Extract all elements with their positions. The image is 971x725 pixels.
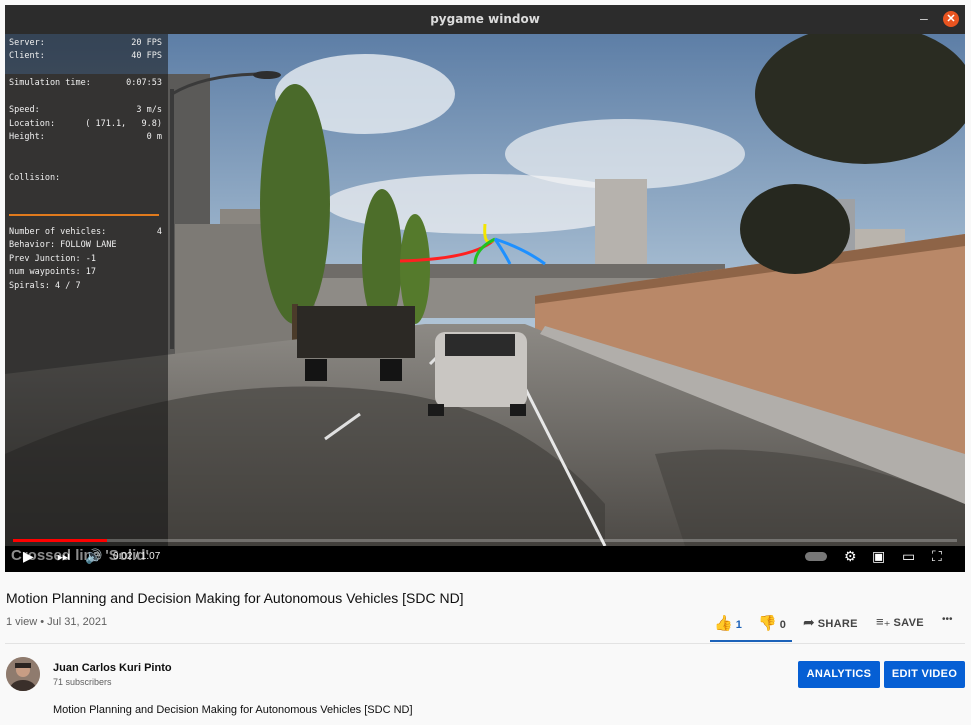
hud-height: Height: 0 m bbox=[9, 132, 162, 142]
dislike-button[interactable]: 👎 0 bbox=[758, 614, 786, 632]
hud-panel: Server: 20 FPS Client: 40 FPS Simulation t… bbox=[5, 34, 168, 546]
window-title: pygame window bbox=[430, 12, 540, 26]
play-icon[interactable]: ▶ bbox=[23, 548, 34, 564]
fullscreen-icon[interactable]: ⛶ bbox=[932, 548, 942, 564]
video-title: Motion Planning and Decision Making for … bbox=[6, 590, 464, 606]
channel-name[interactable]: Juan Carlos Kuri Pinto bbox=[53, 662, 172, 674]
hud-vehicles: Number of vehicles: 4 bbox=[9, 227, 162, 237]
hud-separator bbox=[9, 214, 159, 216]
like-ratio-bar bbox=[710, 640, 792, 642]
save-button[interactable]: ≡₊ SAVE bbox=[876, 614, 924, 630]
window-titlebar: pygame window – ✕ bbox=[5, 5, 965, 34]
theater-icon[interactable]: ▭ bbox=[902, 548, 915, 564]
avatar-image bbox=[6, 657, 40, 691]
subscriber-count: 71 subscribers bbox=[53, 677, 112, 687]
time-display: 0:02 / 1:07 bbox=[113, 551, 161, 562]
hud-behavior: Behavior: FOLLOW LANE bbox=[9, 240, 117, 250]
like-button[interactable]: 👍 1 bbox=[714, 614, 742, 632]
hud-location: Location:( 171.1, 9.8) bbox=[9, 119, 162, 129]
hud-spirals: Spirals: 4 / 7 bbox=[9, 281, 81, 291]
hud-prev-junction: Prev Junction: -1 bbox=[9, 254, 96, 264]
volume-icon[interactable]: 🔊 bbox=[85, 548, 102, 564]
miniplayer-icon[interactable]: ▣ bbox=[872, 548, 885, 564]
progress-fill bbox=[13, 539, 108, 542]
share-icon: ➦ bbox=[803, 614, 815, 630]
hud-collision: Collision: bbox=[9, 173, 61, 183]
hud-client: Client: 40 FPS bbox=[9, 51, 162, 61]
divider bbox=[5, 643, 965, 644]
more-button[interactable]: ••• bbox=[942, 614, 953, 625]
analytics-button[interactable]: ANALYTICS bbox=[798, 661, 880, 688]
minimize-icon[interactable]: – bbox=[920, 11, 932, 25]
thumbs-up-icon: 👍 bbox=[714, 615, 733, 632]
video-meta: 1 view • Jul 31, 2021 bbox=[6, 616, 108, 628]
hud-speed: Speed: 3 m/s bbox=[9, 105, 162, 115]
video-player[interactable]: pygame window – ✕ Server: 20 FPS Client:… bbox=[5, 5, 965, 572]
playlist-add-icon: ≡₊ bbox=[876, 614, 891, 629]
settings-icon[interactable]: ⚙ bbox=[844, 548, 857, 564]
close-icon[interactable]: ✕ bbox=[943, 11, 959, 27]
share-button[interactable]: ➦ SHARE bbox=[803, 614, 858, 631]
autoplay-toggle[interactable] bbox=[805, 552, 827, 561]
hud-server: Server: 20 FPS bbox=[9, 38, 162, 48]
thumbs-down-icon: 👎 bbox=[758, 615, 777, 632]
video-description: Motion Planning and Decision Making for … bbox=[53, 704, 413, 716]
hud-waypoints: num waypoints: 17 bbox=[9, 267, 96, 277]
progress-bar[interactable] bbox=[13, 539, 957, 542]
hud-sim-time: Simulation time: 0:07:53 bbox=[9, 78, 162, 88]
next-icon[interactable]: ⏭ bbox=[57, 548, 70, 564]
avatar[interactable] bbox=[6, 657, 40, 691]
edit-video-button[interactable]: EDIT VIDEO bbox=[884, 661, 965, 688]
